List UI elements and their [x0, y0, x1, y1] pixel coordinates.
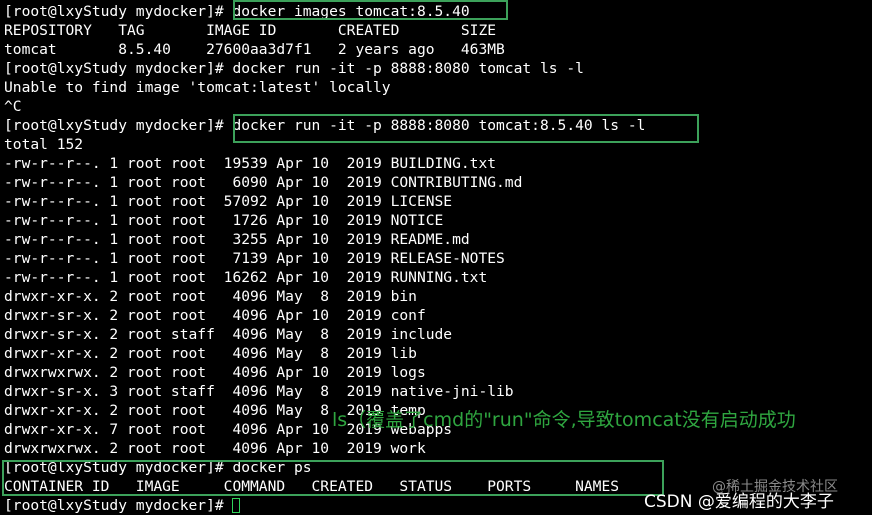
terminal-line: drwxr-xr-x. 2 root root 4096 May 8 2019 …	[4, 345, 417, 362]
terminal-prompt: [root@lxyStudy mydocker]#	[4, 497, 233, 514]
watermark-csdn: CSDN @爱编程的大李子	[644, 492, 834, 512]
terminal-line: -rw-r--r--. 1 root root 3255 Apr 10 2019…	[4, 231, 470, 248]
terminal-line: -rw-r--r--. 1 root root 6090 Apr 10 2019…	[4, 174, 523, 191]
highlight-box-ps-command	[2, 460, 664, 496]
terminal-output: [root@lxyStudy mydocker]# docker images …	[4, 2, 645, 515]
terminal-line: -rw-r--r--. 1 root root 1726 Apr 10 2019…	[4, 212, 444, 229]
terminal-line: drwxr-xr-x. 2 root root 4096 May 8 2019 …	[4, 288, 417, 305]
terminal-line: drwxr-sr-x. 3 root staff 4096 May 8 2019…	[4, 383, 514, 400]
terminal-line: -rw-r--r--. 1 root root 57092 Apr 10 201…	[4, 193, 453, 210]
terminal-line: -rw-r--r--. 1 root root 16262 Apr 10 201…	[4, 269, 488, 286]
highlight-box-images-command	[233, 0, 508, 20]
terminal-line: -rw-r--r--. 1 root root 7139 Apr 10 2019…	[4, 250, 505, 267]
terminal-line: drwxrwxrwx. 2 root root 4096 Apr 10 2019…	[4, 440, 426, 457]
terminal-window[interactable]: [root@lxyStudy mydocker]# docker images …	[0, 0, 872, 515]
terminal-cursor	[232, 498, 241, 513]
terminal-line: -rw-r--r--. 1 root root 19539 Apr 10 201…	[4, 155, 497, 172]
highlight-box-run-command	[233, 114, 699, 143]
terminal-line: [root@lxyStudy mydocker]# docker run -it…	[4, 60, 584, 77]
annotation-text: ls（覆盖了cmd的"run"命令,导致tomcat没有启动成功	[332, 409, 796, 431]
terminal-line: Unable to find image 'tomcat:latest' loc…	[4, 79, 391, 96]
terminal-line: tomcat 8.5.40 27600aa3d7f1 2 years ago 4…	[4, 41, 505, 58]
terminal-line: drwxr-sr-x. 2 root staff 4096 May 8 2019…	[4, 326, 453, 343]
terminal-line: drwxr-sr-x. 2 root root 4096 Apr 10 2019…	[4, 307, 426, 324]
terminal-line: drwxrwxrwx. 2 root root 4096 Apr 10 2019…	[4, 364, 426, 381]
terminal-line: REPOSITORY TAG IMAGE ID CREATED SIZE	[4, 22, 497, 39]
terminal-prompt-line[interactable]: [root@lxyStudy mydocker]#	[4, 496, 645, 515]
